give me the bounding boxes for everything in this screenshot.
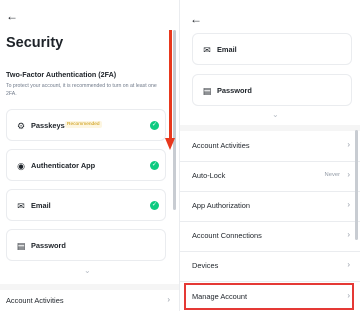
row-account-activities[interactable]: Account Activities › xyxy=(0,290,179,311)
row-label: Account Activities xyxy=(192,141,250,150)
row-auto-lock[interactable]: Auto-Lock Never › xyxy=(180,161,360,191)
expand-chevron-icon[interactable]: ⌄ xyxy=(84,266,91,275)
manage-account-highlight-box xyxy=(184,283,354,310)
row-label: Account Activities xyxy=(6,296,64,305)
password-icon: ▤ xyxy=(202,86,212,96)
method-passkeys[interactable]: ⚙ Passkeys Recommended ✓ xyxy=(6,109,166,141)
scrollbar[interactable] xyxy=(355,130,358,240)
row-devices[interactable]: Devices › xyxy=(180,251,360,281)
method-email[interactable]: ✉ Email ✓ xyxy=(6,189,166,221)
row-label: App Authorization xyxy=(192,201,250,210)
row-label: Devices xyxy=(192,261,219,270)
security-screen-left: ← Security Two-Factor Authentication (2F… xyxy=(0,0,180,311)
auto-lock-value: Never xyxy=(324,172,340,178)
password-icon: ▤ xyxy=(16,241,26,251)
recommended-badge: Recommended xyxy=(65,121,102,128)
back-arrow-icon[interactable]: ← xyxy=(6,9,20,23)
chevron-right-icon: › xyxy=(347,140,350,149)
expand-chevron-icon[interactable]: ⌄ xyxy=(272,110,279,119)
arrow-head xyxy=(165,138,175,150)
row-app-authorization[interactable]: App Authorization › xyxy=(180,191,360,221)
method-authenticator-app[interactable]: ◉ Authenticator App ✓ xyxy=(6,149,166,181)
back-arrow-icon[interactable]: ← xyxy=(190,12,204,26)
chevron-right-icon: › xyxy=(347,230,350,239)
row-account-connections[interactable]: Account Connections › xyxy=(180,221,360,251)
method-label: Password xyxy=(31,241,66,250)
chevron-right-icon: › xyxy=(347,260,350,269)
check-icon: ✓ xyxy=(150,201,159,210)
chevron-right-icon: › xyxy=(347,200,350,209)
method-label: Authenticator App xyxy=(31,161,96,170)
twofa-heading: Two-Factor Authentication (2FA) xyxy=(6,70,117,79)
method-password[interactable]: ▤ Password xyxy=(6,229,166,261)
method-label: Email xyxy=(217,45,237,54)
method-label: Passkeys xyxy=(31,121,65,130)
method-email[interactable]: ✉ Email xyxy=(192,33,352,65)
row-label: Account Connections xyxy=(192,231,262,240)
row-account-activities[interactable]: Account Activities › xyxy=(180,131,360,161)
method-label: Password xyxy=(217,86,252,95)
page-title: Security xyxy=(6,35,64,51)
security-screen-right: ← ✉ Email ▤ Password ⌄ Account Activitie… xyxy=(180,0,360,311)
authenticator-icon: ◉ xyxy=(17,161,25,171)
twofa-description: To protect your account, it is recommend… xyxy=(6,83,157,97)
arrow-shaft xyxy=(169,30,172,142)
scroll-down-annotation-arrow xyxy=(165,30,176,152)
chevron-right-icon: › xyxy=(347,170,350,179)
method-password[interactable]: ▤ Password xyxy=(192,74,352,106)
email-icon: ✉ xyxy=(203,45,211,55)
check-icon: ✓ xyxy=(150,161,159,170)
check-icon: ✓ xyxy=(150,121,159,130)
passkey-icon: ⚙ xyxy=(16,121,26,131)
chevron-right-icon: › xyxy=(167,295,170,304)
row-label: Auto-Lock xyxy=(192,171,226,180)
email-icon: ✉ xyxy=(17,201,25,211)
method-label: Email xyxy=(31,201,51,210)
